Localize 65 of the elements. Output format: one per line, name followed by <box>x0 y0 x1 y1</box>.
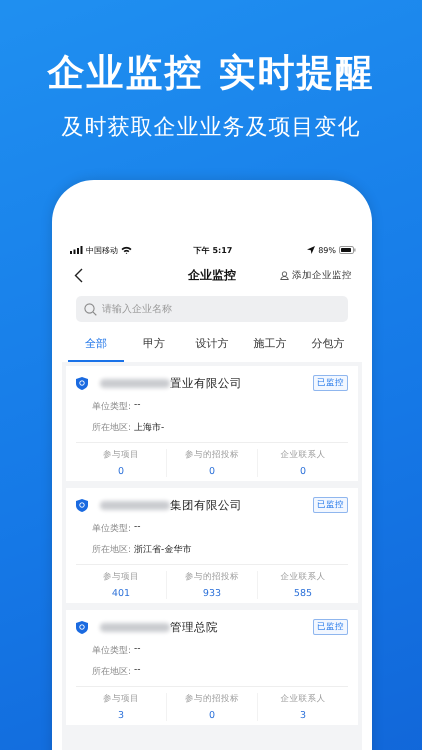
field-value: 上海市- <box>134 422 164 434</box>
stat-label: 参与项目 <box>103 449 139 461</box>
filter-tab[interactable]: 甲方 <box>126 332 182 362</box>
shield-icon <box>76 620 88 634</box>
battery-icon <box>339 246 356 254</box>
monitored-badge: 已监控 <box>313 375 348 391</box>
page-title: 企业监控 <box>188 266 236 284</box>
field-label: 单位类型: <box>92 400 132 413</box>
field-label: 所在地区: <box>92 422 132 434</box>
headline: 企业监控 实时提醒 <box>48 50 374 96</box>
filter-tab[interactable]: 设计方 <box>184 332 240 362</box>
stat-value[interactable]: 0 <box>208 710 216 721</box>
field-label: 所在地区: <box>92 544 132 556</box>
back-icon[interactable] <box>74 268 83 282</box>
wifi-icon <box>121 246 132 254</box>
search-field[interactable]: 请输入企业名称 <box>76 296 348 322</box>
stat-value[interactable]: 3 <box>118 710 124 721</box>
company-card[interactable]: 集团有限公司 已监控 单位类型: -- 所在地区: 浙江省-金华市 参与项目 401 参与的招投标 933 企业联系人 585 <box>66 488 358 603</box>
stat-value[interactable]: 401 <box>112 588 130 599</box>
stat-value[interactable]: 0 <box>208 466 216 477</box>
company-card[interactable]: 置业有限公司 已监控 单位类型: -- 所在地区: 上海市- 参与项目 0 参与的招投标 0 企业联系人 0 <box>66 366 358 481</box>
redaction-blur <box>100 378 170 388</box>
redaction-blur <box>100 500 170 510</box>
filter-tab[interactable]: 分包方 <box>300 332 356 362</box>
stat-value[interactable]: 0 <box>118 466 124 477</box>
field-value: -- <box>134 665 141 677</box>
signal-icon <box>70 246 83 254</box>
add-monitor-button[interactable]: 添加企业监控 <box>280 268 352 282</box>
stat-label: 企业联系人 <box>280 449 326 461</box>
filter-tab[interactable]: 施工方 <box>242 332 298 362</box>
field-value: -- <box>134 644 141 656</box>
battery-percent: 89% <box>318 246 336 254</box>
filter-tab[interactable]: 全部 <box>68 332 124 362</box>
stat-label: 参与的招投标 <box>185 693 239 705</box>
stat-label: 参与的招投标 <box>185 571 239 583</box>
company-name: 集团有限公司 <box>170 498 242 512</box>
clock-time: 下午 5:17 <box>194 244 232 256</box>
field-label: 单位类型: <box>92 644 132 657</box>
location-arrow-icon <box>307 246 316 254</box>
stat-value[interactable]: 933 <box>202 588 222 599</box>
company-name: 置业有限公司 <box>170 376 242 390</box>
stat-value[interactable]: 585 <box>294 588 312 599</box>
stat-value[interactable]: 3 <box>300 710 306 721</box>
monitored-badge: 已监控 <box>313 497 348 513</box>
subtitle: 及时获取企业业务及项目变化 <box>62 114 360 142</box>
search-icon <box>84 302 97 316</box>
stat-value[interactable]: 0 <box>300 466 306 477</box>
stat-label: 参与项目 <box>103 571 139 583</box>
field-label: 所在地区: <box>92 666 132 678</box>
shield-icon <box>76 376 88 390</box>
person-icon <box>280 270 289 280</box>
stat-label: 企业联系人 <box>280 571 326 583</box>
stat-label: 参与的招投标 <box>185 449 239 461</box>
carrier-name: 中国移动 <box>86 244 118 256</box>
field-value: 浙江省-金华市 <box>134 544 192 556</box>
company-name: 管理总院 <box>170 620 218 634</box>
field-value: -- <box>134 400 141 412</box>
field-label: 单位类型: <box>92 522 132 535</box>
redaction-blur <box>100 622 170 632</box>
shield-icon <box>76 498 88 512</box>
stat-label: 企业联系人 <box>280 693 326 705</box>
field-value: -- <box>134 522 141 534</box>
monitored-badge: 已监控 <box>313 619 348 635</box>
company-card[interactable]: 管理总院 已监控 单位类型: -- 所在地区: -- 参与项目 3 参与的招投标 0 企业联系人 3 <box>66 610 358 725</box>
stat-label: 参与项目 <box>103 693 139 705</box>
